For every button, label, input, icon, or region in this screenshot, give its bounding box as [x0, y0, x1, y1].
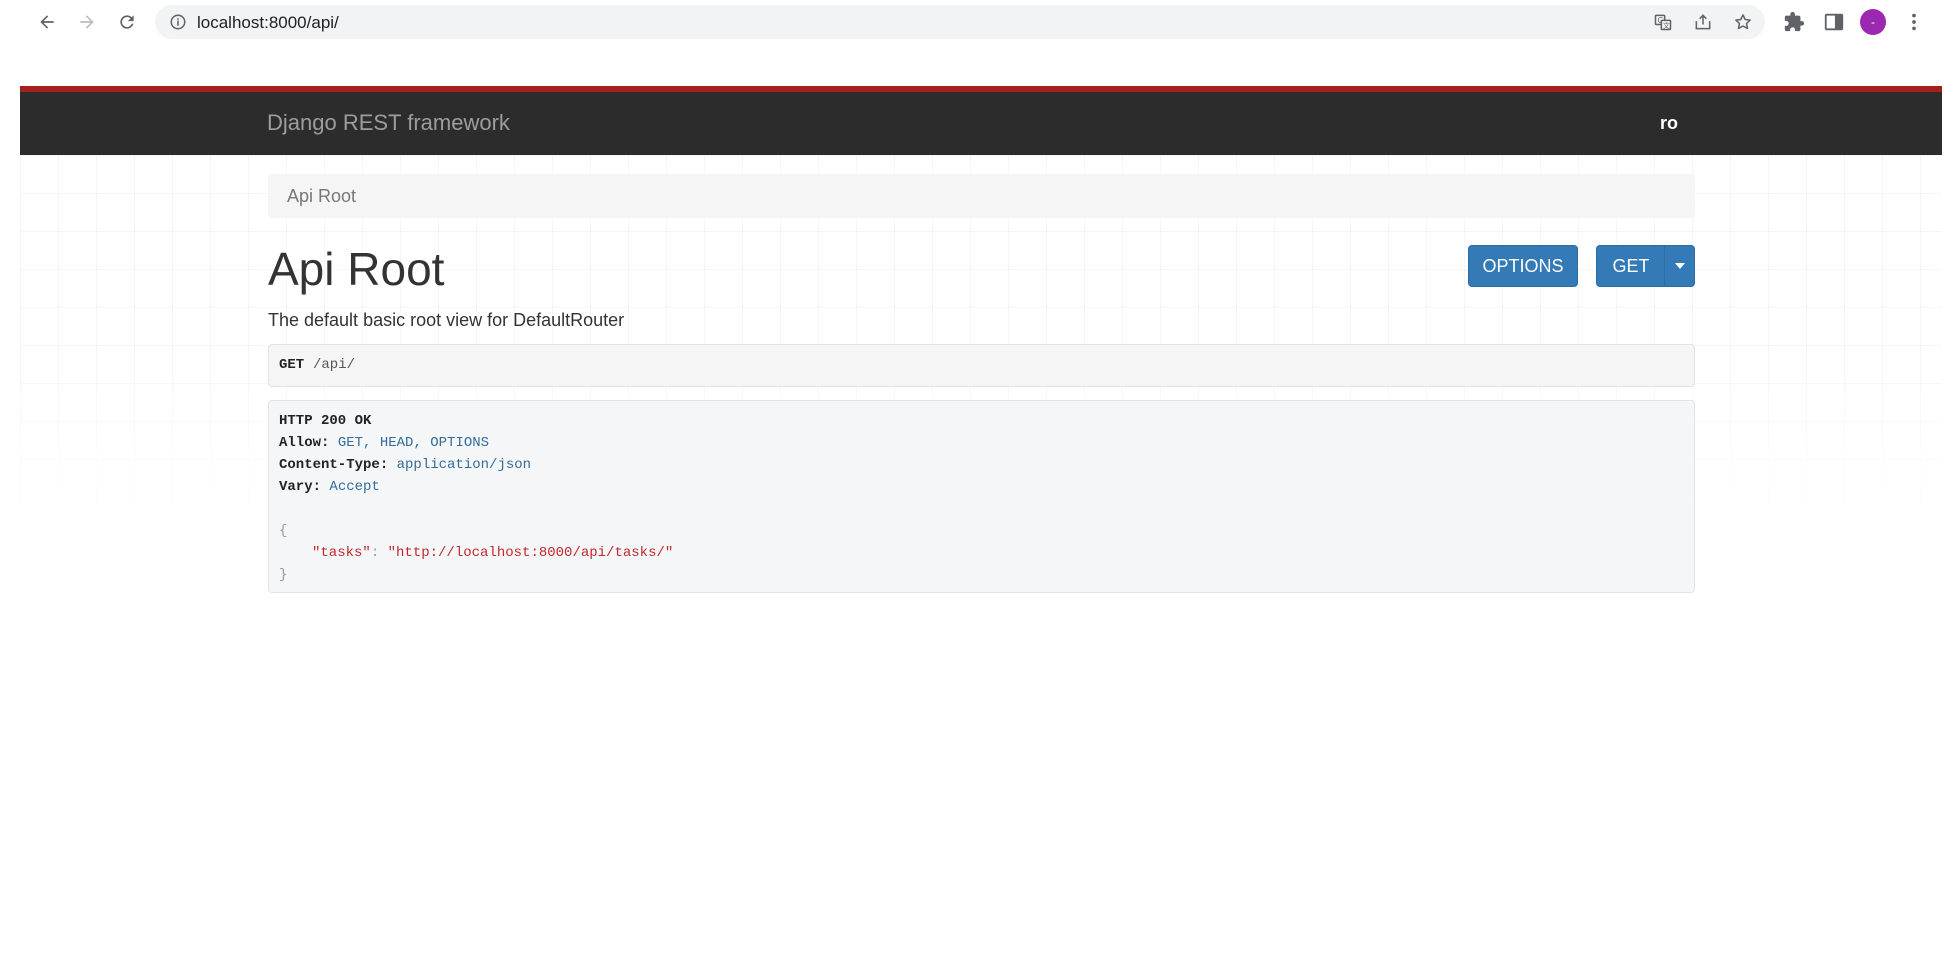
response-status: HTTP 200 OK: [279, 413, 372, 429]
header-value: Accept: [329, 479, 380, 495]
forward-button[interactable]: [73, 8, 101, 36]
response-header-allow: Allow: GET, HEAD, OPTIONS: [279, 435, 489, 451]
extensions-icon[interactable]: [1783, 11, 1805, 33]
response-header-vary: Vary: Accept: [279, 479, 380, 495]
url-text[interactable]: localhost:8000/api/: [197, 13, 339, 33]
brand-link[interactable]: Django REST framework: [267, 110, 510, 136]
header-value: application/json: [396, 457, 532, 473]
breadcrumb-item-api-root[interactable]: Api Root: [287, 186, 356, 207]
side-panel-icon[interactable]: [1823, 11, 1845, 33]
response-header-content-type: Content-Type: application/json: [279, 457, 531, 473]
address-bar[interactable]: localhost:8000/api/ G文: [155, 5, 1765, 39]
header-name: Allow:: [279, 435, 330, 451]
back-button[interactable]: [33, 8, 61, 36]
info-icon[interactable]: [169, 13, 187, 31]
get-button[interactable]: GET: [1597, 246, 1665, 286]
page: Django REST framework ro Api Root Api Ro…: [20, 86, 1942, 972]
arrow-left-icon: [40, 15, 54, 29]
svg-text:文: 文: [1663, 21, 1670, 30]
page-title: Api Root: [268, 243, 445, 295]
header-name: Vary:: [279, 479, 322, 495]
json-colon: :: [370, 545, 388, 561]
share-icon[interactable]: [1693, 12, 1713, 32]
browser-toolbar: localhost:8000/api/ G文 -: [0, 0, 1957, 44]
request-path: /api/: [313, 357, 356, 373]
breadcrumb: Api Root: [268, 174, 1695, 218]
options-button[interactable]: OPTIONS: [1468, 245, 1578, 287]
caret-down-icon[interactable]: [1675, 263, 1685, 269]
json-open-brace: {: [279, 523, 288, 539]
header-value: GET, HEAD, OPTIONS: [337, 435, 490, 451]
translate-icon[interactable]: G文: [1653, 12, 1673, 32]
get-button-group: GET: [1596, 245, 1695, 287]
json-key: "tasks": [312, 545, 371, 561]
json-close-brace: }: [279, 567, 288, 583]
request-info: GET /api/: [268, 344, 1695, 387]
user-menu[interactable]: ro: [1660, 113, 1678, 134]
star-icon[interactable]: [1733, 12, 1753, 32]
page-description: The default basic root view for DefaultR…: [268, 310, 625, 330]
reload-icon: [120, 15, 134, 29]
button-divider: [1664, 246, 1665, 286]
reload-button[interactable]: [113, 8, 141, 36]
profile-avatar[interactable]: -: [1860, 9, 1886, 35]
json-entry-tasks: "tasks": "http://localhost:8000/api/task…: [312, 545, 673, 561]
arrow-right-icon: [80, 15, 94, 29]
header-name: Content-Type:: [279, 457, 389, 473]
more-vert-icon[interactable]: [1903, 11, 1925, 33]
response-info: HTTP 200 OK Allow: GET, HEAD, OPTIONS Co…: [268, 400, 1695, 593]
navbar: Django REST framework ro: [20, 86, 1942, 155]
json-value-link[interactable]: "http://localhost:8000/api/tasks/": [388, 545, 674, 561]
request-method: GET: [279, 357, 305, 373]
